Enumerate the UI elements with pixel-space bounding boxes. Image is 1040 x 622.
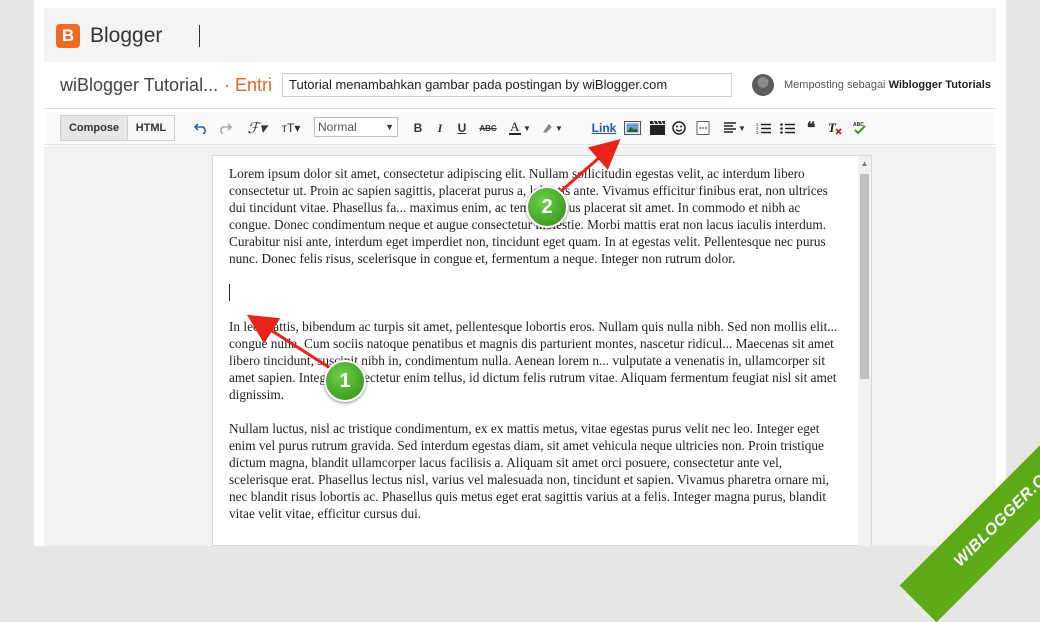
arrow-to-cursor [246,314,331,370]
step-1-badge: 1 [324,360,366,402]
annotation-arrows [246,139,621,370]
step-2-badge: 2 [526,186,568,228]
arrow-to-insert-image [559,139,621,194]
